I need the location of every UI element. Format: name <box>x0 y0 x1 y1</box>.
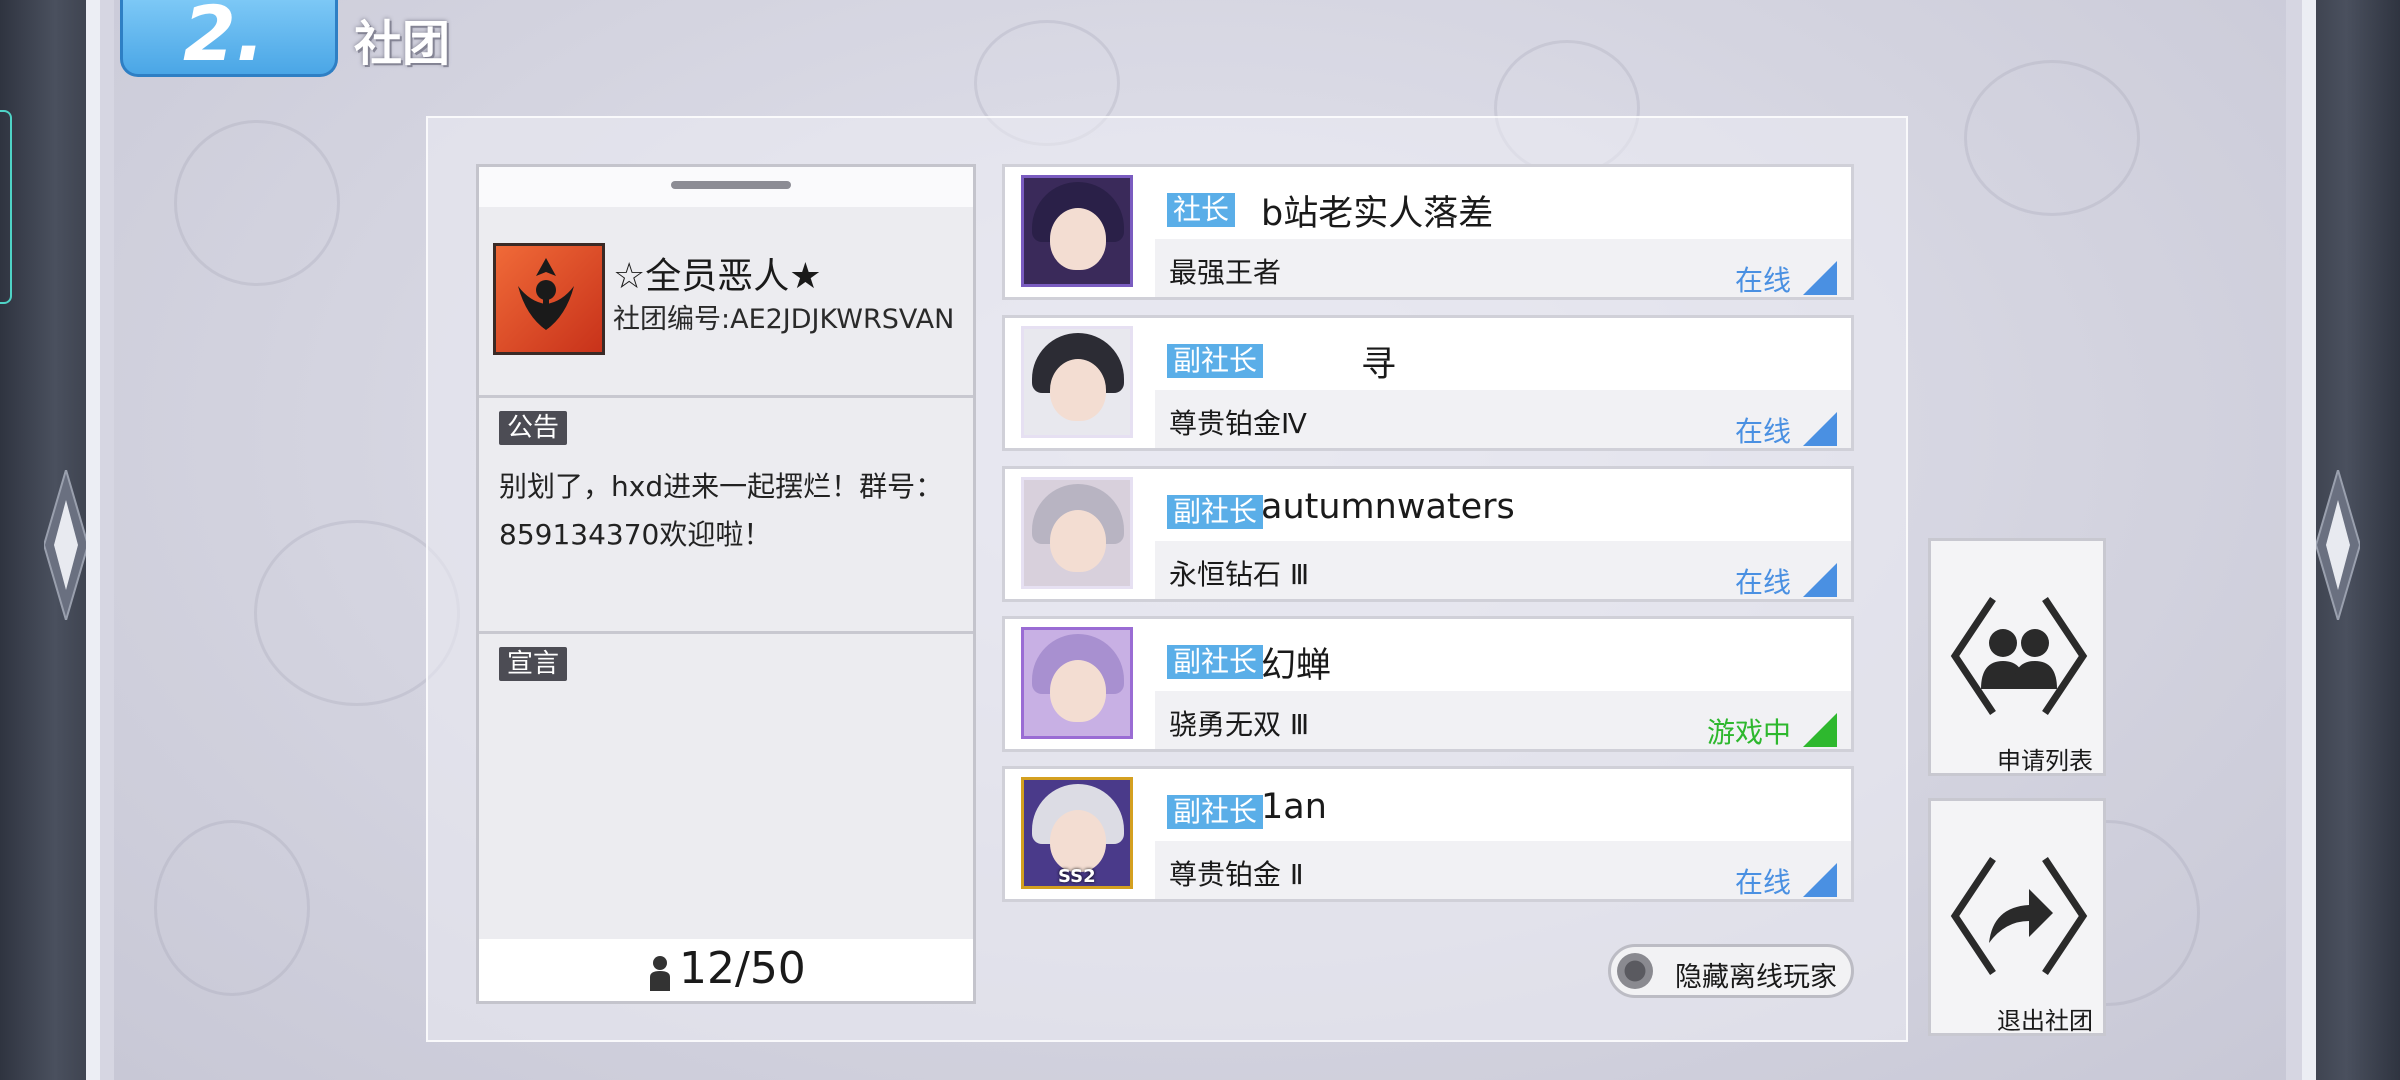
applications-button[interactable]: 申请列表 <box>1928 538 2106 776</box>
member-avatar[interactable]: SS2 <box>1021 777 1133 889</box>
member-row[interactable]: 副社长 autumnwaters 永恒钻石 Ⅲ 在线 <box>1002 466 1854 602</box>
hide-offline-label: 隐藏离线玩家 <box>1675 962 1837 993</box>
member-row[interactable]: 社长 b站老实人落差 最强王者 在线 <box>1002 164 1854 300</box>
player-rank: 最强王者 <box>1169 256 1282 289</box>
role-badge: 副社长 <box>1167 344 1264 378</box>
status-text: 在线 <box>1734 415 1791 448</box>
club-name: ☆全员恶人★ <box>613 256 822 297</box>
signal-icon <box>1803 863 1837 897</box>
signal-icon <box>1803 563 1837 597</box>
player-rank: 骁勇无双 Ⅲ <box>1169 708 1310 741</box>
club-emblem-icon <box>493 243 605 355</box>
toggle-knob[interactable] <box>1617 953 1653 989</box>
left-tab-handle[interactable] <box>0 110 12 304</box>
right-rail <box>2302 0 2400 1080</box>
people-icon <box>1950 597 2088 715</box>
player-rank: 尊贵铂金Ⅳ <box>1169 407 1307 440</box>
leave-club-label: 退出社团 <box>1997 1007 2093 1035</box>
player-rank: 尊贵铂金 Ⅱ <box>1169 858 1304 891</box>
right-arrow-icon[interactable] <box>2316 470 2360 620</box>
member-avatar[interactable] <box>1021 326 1133 438</box>
status-text: 在线 <box>1734 866 1791 899</box>
player-name: autumnwaters <box>1261 487 1515 527</box>
section-number-badge: 2. <box>120 0 338 77</box>
player-rank: 永恒钻石 Ⅲ <box>1169 558 1310 591</box>
player-name: 寻 <box>1361 345 1397 385</box>
status-text: 在线 <box>1734 264 1791 297</box>
drag-handle[interactable] <box>671 181 791 189</box>
member-avatar[interactable] <box>1021 477 1133 589</box>
left-arrow-icon[interactable] <box>44 470 88 620</box>
declaration-tag: 宣言 <box>499 647 568 681</box>
member-row[interactable]: 副社长 幻蝉 骁勇无双 Ⅲ 游戏中 <box>1002 616 1854 752</box>
section-number: 2. <box>183 0 265 78</box>
member-avatar[interactable] <box>1021 175 1133 287</box>
player-name: b站老实人落差 <box>1261 194 1494 234</box>
member-avatar[interactable] <box>1021 627 1133 739</box>
role-badge: 副社长 <box>1167 495 1264 529</box>
status-text: 在线 <box>1734 566 1791 599</box>
person-icon <box>650 956 670 991</box>
signal-icon <box>1803 412 1837 446</box>
signal-icon <box>1803 261 1837 295</box>
member-count: 12/50 <box>679 943 806 994</box>
role-badge: 社长 <box>1167 193 1236 227</box>
notice-tag: 公告 <box>499 411 568 445</box>
club-id: 社团编号:AE2JDJKWRSVAN <box>613 304 955 335</box>
share-arrow-icon <box>1950 857 2088 975</box>
player-name: 幻蝉 <box>1261 646 1332 686</box>
member-count-bar: 12/50 <box>479 939 973 1001</box>
applications-label: 申请列表 <box>1997 747 2093 775</box>
club-info-card: ☆全员恶人★ 社团编号:AE2JDJKWRSVAN 公告 别划了，hxd进来一起… <box>476 164 976 1004</box>
notice-text: 别划了，hxd进来一起摆烂！群号：859134370欢迎啦！ <box>499 470 944 551</box>
avatar-badge: SS2 <box>1058 866 1096 887</box>
signal-icon <box>1803 713 1837 747</box>
member-row[interactable]: SS2 副社长 1an 尊贵铂金 Ⅱ 在线 <box>1002 766 1854 902</box>
hide-offline-toggle[interactable]: 隐藏离线玩家 <box>1608 944 1854 998</box>
page-title: 社团 <box>354 16 451 72</box>
role-badge: 副社长 <box>1167 795 1264 829</box>
player-name: 1an <box>1261 787 1327 827</box>
status-text: 游戏中 <box>1706 716 1791 749</box>
left-rail <box>0 0 100 1080</box>
role-badge: 副社长 <box>1167 645 1264 679</box>
leave-club-button[interactable]: 退出社团 <box>1928 798 2106 1036</box>
member-row[interactable]: 副社长 寻 尊贵铂金Ⅳ 在线 <box>1002 315 1854 451</box>
